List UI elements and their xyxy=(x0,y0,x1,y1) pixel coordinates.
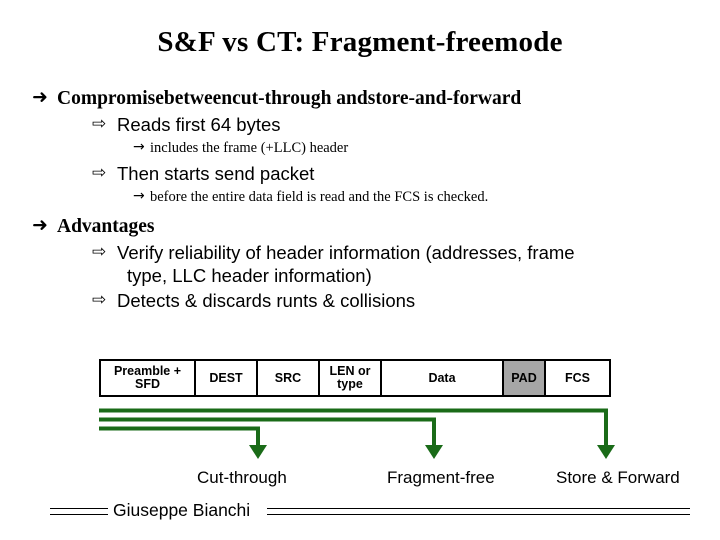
bullet-level1-compromise: ➜ Compromisebetweencut-through andstore-… xyxy=(0,86,720,111)
frame-field-src: SRC xyxy=(258,361,320,395)
arrow-cut-through xyxy=(99,426,267,459)
footer-rule-left-bottom xyxy=(50,514,108,515)
frame-field-data: Data xyxy=(382,361,504,395)
bullet-list: ➜ Compromisebetweencut-through andstore-… xyxy=(0,86,720,312)
bullet-level2-detects-discards-runts: ⇨ Detects & discards runts & collisions xyxy=(0,289,720,312)
bullet-level2-reads-first-64-bytes: ⇨ Reads first 64 bytes xyxy=(0,113,720,136)
arrow-right-thin-icon: → xyxy=(133,188,145,204)
frame-field-fcs: FCS xyxy=(565,370,590,385)
bullet-level1-advantages: ➜ Advantages xyxy=(0,214,720,239)
bullet-level3-before-entire-data-field: → before the entire data field is read a… xyxy=(0,188,720,207)
bullet-level2-verify-reliability: ⇨ Verify reliability of header informati… xyxy=(0,241,720,287)
label-store-and-forward: Store & Forward xyxy=(556,468,680,487)
arrow-right-hollow-icon: ⇨ xyxy=(92,242,107,262)
bullet-text: Reads first 64 bytes xyxy=(117,114,281,135)
bullet-text: Detects & discards runts & collisions xyxy=(117,290,416,311)
footer-rule-right-top xyxy=(267,508,690,509)
arrow-fragment-free xyxy=(99,417,443,459)
label-cut-through: Cut-through xyxy=(197,468,287,487)
arrow-right-hollow-icon: ⇨ xyxy=(92,114,107,134)
bullet-text: Compromisebetweencut-through andstore-an… xyxy=(57,88,522,109)
bullet-text: Verify reliability of header information… xyxy=(117,242,575,263)
bullet-level2-then-starts-send-packet: ⇨ Then starts send packet xyxy=(0,162,720,185)
footer-rule-left-top xyxy=(50,508,108,509)
bullet-text: includes the frame (+LLC) header xyxy=(150,140,349,156)
frame-field-len-or-type: LEN or type xyxy=(320,361,382,395)
arrow-right-hollow-icon: ⇨ xyxy=(92,163,107,183)
footer: Giuseppe Bianchi xyxy=(0,500,720,526)
frame-field-pad: PAD xyxy=(504,361,546,395)
bullet-text: before the entire data field is read and… xyxy=(150,189,489,205)
footer-rule-right-bottom xyxy=(267,514,690,515)
arrow-store-and-forward xyxy=(99,408,615,459)
arrow-right-solid-icon: ➜ xyxy=(32,86,48,108)
bullet-text: Then starts send packet xyxy=(117,163,315,184)
label-fragment-free: Fragment-free xyxy=(387,468,495,487)
arrow-right-solid-icon: ➜ xyxy=(32,214,48,236)
frame-field-preamble-sfd: Preamble + SFD xyxy=(101,361,196,395)
footer-author: Giuseppe Bianchi xyxy=(113,500,251,520)
page-title: S&F vs CT: Fragment-freemode xyxy=(157,26,563,58)
bullet-text: Advantages xyxy=(57,216,155,237)
frame-field-dest: DEST xyxy=(196,361,258,395)
arrow-right-hollow-icon: ⇨ xyxy=(92,290,107,310)
bullet-text-continued: type, LLC header information) xyxy=(127,265,372,286)
ethernet-frame-diagram: Preamble + SFD DEST SRC LEN or type Data… xyxy=(99,359,611,397)
arrow-right-thin-icon: → xyxy=(133,139,145,155)
bullet-level3-includes-frame-header: → includes the frame (+LLC) header xyxy=(0,139,720,158)
